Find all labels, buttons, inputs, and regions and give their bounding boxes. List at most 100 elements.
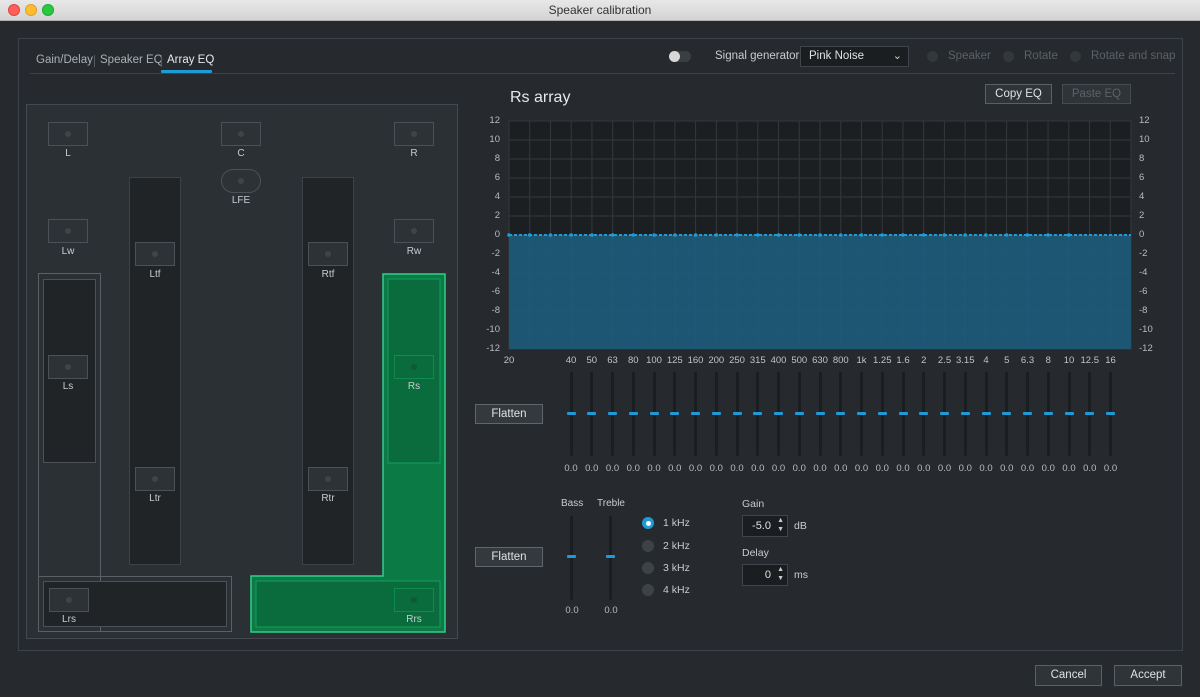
accept-button[interactable]: Accept <box>1114 665 1182 686</box>
eq-curve-point <box>507 233 511 237</box>
eq-curve-point <box>1004 233 1009 237</box>
band-slider-handle[interactable] <box>732 412 742 415</box>
band-slider-value: 0.0 <box>709 463 723 474</box>
band-slider-handle[interactable] <box>981 412 991 415</box>
band-slider-handle[interactable] <box>919 412 929 415</box>
treble-label: Treble <box>597 498 625 509</box>
freq-2khz-label: 2 kHz <box>663 540 690 552</box>
eq-curve-point <box>1046 233 1050 237</box>
eq-curve-point <box>901 233 905 237</box>
treble-slider-track[interactable] <box>609 516 612 600</box>
band-slider-value: 0.0 <box>1103 463 1118 474</box>
eq-curve-point <box>921 233 926 237</box>
band-slider-handle[interactable] <box>960 412 970 415</box>
x-tick-label: 630 <box>812 355 828 366</box>
band-slider-handle[interactable] <box>1085 412 1095 415</box>
y-tick-label: -6 <box>491 286 500 297</box>
treble-slider-handle[interactable] <box>606 555 615 558</box>
x-tick-label: 200 <box>708 355 725 366</box>
band-slider-handle[interactable] <box>1023 412 1032 415</box>
x-tick-label: 12.5 <box>1080 355 1100 366</box>
freq-1khz-label: 1 kHz <box>663 517 690 529</box>
cancel-button[interactable]: Cancel <box>1035 665 1102 686</box>
eq-curve-point <box>610 233 615 237</box>
band-slider-value: 0.0 <box>751 463 765 474</box>
band-slider-value: 0.0 <box>958 463 972 474</box>
band-slider-handle[interactable] <box>670 412 680 415</box>
band-slider-handle[interactable] <box>608 412 617 415</box>
y-tick-label: -8 <box>491 305 500 316</box>
x-tick-label: 2 <box>921 355 927 366</box>
band-slider-handle[interactable] <box>1002 412 1012 415</box>
band-slider-handle[interactable] <box>649 412 659 415</box>
y-tick-label: 10 <box>489 134 500 145</box>
freq-4khz-radio[interactable] <box>642 584 654 596</box>
bass-label: Bass <box>561 498 584 509</box>
eq-curve-point <box>673 233 677 237</box>
gain-label: Gain <box>742 498 765 510</box>
y-tick-label: -10 <box>1139 324 1153 335</box>
stepper-arrows-icon[interactable]: ▲ ▼ <box>777 565 784 583</box>
eq-curve-point <box>693 233 698 237</box>
delay-unit: ms <box>794 569 808 581</box>
eq-curve-fill <box>509 235 1131 349</box>
x-tick-label: 20 <box>503 355 515 366</box>
x-tick-label: 63 <box>607 355 618 366</box>
band-slider-handle[interactable] <box>794 412 804 415</box>
y-tick-label: 10 <box>1139 134 1150 145</box>
band-slider-handle[interactable] <box>940 412 949 415</box>
band-slider-handle[interactable] <box>628 412 638 415</box>
treble-value: 0.0 <box>604 605 618 616</box>
band-slider-handle[interactable] <box>691 412 700 415</box>
band-slider-handle[interactable] <box>1064 412 1074 415</box>
band-slider-handle[interactable] <box>587 412 597 415</box>
band-slider-handle[interactable] <box>836 412 846 415</box>
band-slider-handle[interactable] <box>815 412 825 415</box>
y-tick-label: 6 <box>1139 172 1145 183</box>
band-slider-handle[interactable] <box>1106 412 1115 415</box>
bass-slider-track[interactable] <box>570 516 573 600</box>
freq-1khz-radio[interactable] <box>642 517 654 529</box>
band-slider-handle[interactable] <box>898 412 908 415</box>
band-slider-handle[interactable] <box>857 412 866 415</box>
delay-stepper[interactable]: 0 ▲ ▼ <box>742 564 788 586</box>
eq-curve-point <box>714 233 719 237</box>
freq-3khz-radio[interactable] <box>642 562 654 574</box>
band-slider-value: 0.0 <box>937 463 952 474</box>
eq-curve-chart[interactable] <box>0 0 1200 697</box>
gain-value: -5.0 <box>752 520 771 532</box>
x-tick-label: 50 <box>586 355 598 366</box>
delay-value: 0 <box>764 569 771 581</box>
eq-curve-point <box>527 233 532 237</box>
band-slider-value: 0.0 <box>1062 463 1076 474</box>
y-tick-label: -6 <box>1139 286 1148 297</box>
band-slider-handle[interactable] <box>877 412 887 415</box>
stepper-arrows-icon[interactable]: ▲ ▼ <box>777 516 784 534</box>
x-tick-label: 40 <box>565 355 577 366</box>
y-tick-label: -10 <box>486 324 500 335</box>
eq-curve-point <box>569 233 573 237</box>
delay-label: Delay <box>742 547 769 559</box>
bass-slider-handle[interactable] <box>567 555 576 558</box>
y-tick-label: -12 <box>1139 343 1153 354</box>
band-slider-handle[interactable] <box>566 412 576 415</box>
band-slider-handle[interactable] <box>711 412 721 415</box>
y-tick-label: 6 <box>494 172 500 183</box>
band-slider-handle[interactable] <box>1043 412 1053 415</box>
eq-curve-point <box>859 233 864 237</box>
gain-stepper[interactable]: -5.0 ▲ ▼ <box>742 515 788 537</box>
eq-curve-point <box>880 233 884 237</box>
eq-curve-point <box>631 233 636 237</box>
flatten-tone-button[interactable]: Flatten <box>475 547 543 567</box>
band-slider-handle[interactable] <box>753 412 763 415</box>
freq-2khz-radio[interactable] <box>642 540 654 552</box>
x-tick-label: 315 <box>749 355 766 366</box>
band-slider-value: 0.0 <box>688 463 703 474</box>
x-tick-label: 80 <box>627 355 639 366</box>
band-slider-value: 0.0 <box>647 463 661 474</box>
band-slider-handle[interactable] <box>774 412 783 415</box>
band-slider-value: 0.0 <box>896 463 910 474</box>
flatten-eq-button[interactable]: Flatten <box>475 404 543 424</box>
eq-curve-point <box>1025 233 1030 237</box>
eq-curve-point <box>838 233 843 237</box>
